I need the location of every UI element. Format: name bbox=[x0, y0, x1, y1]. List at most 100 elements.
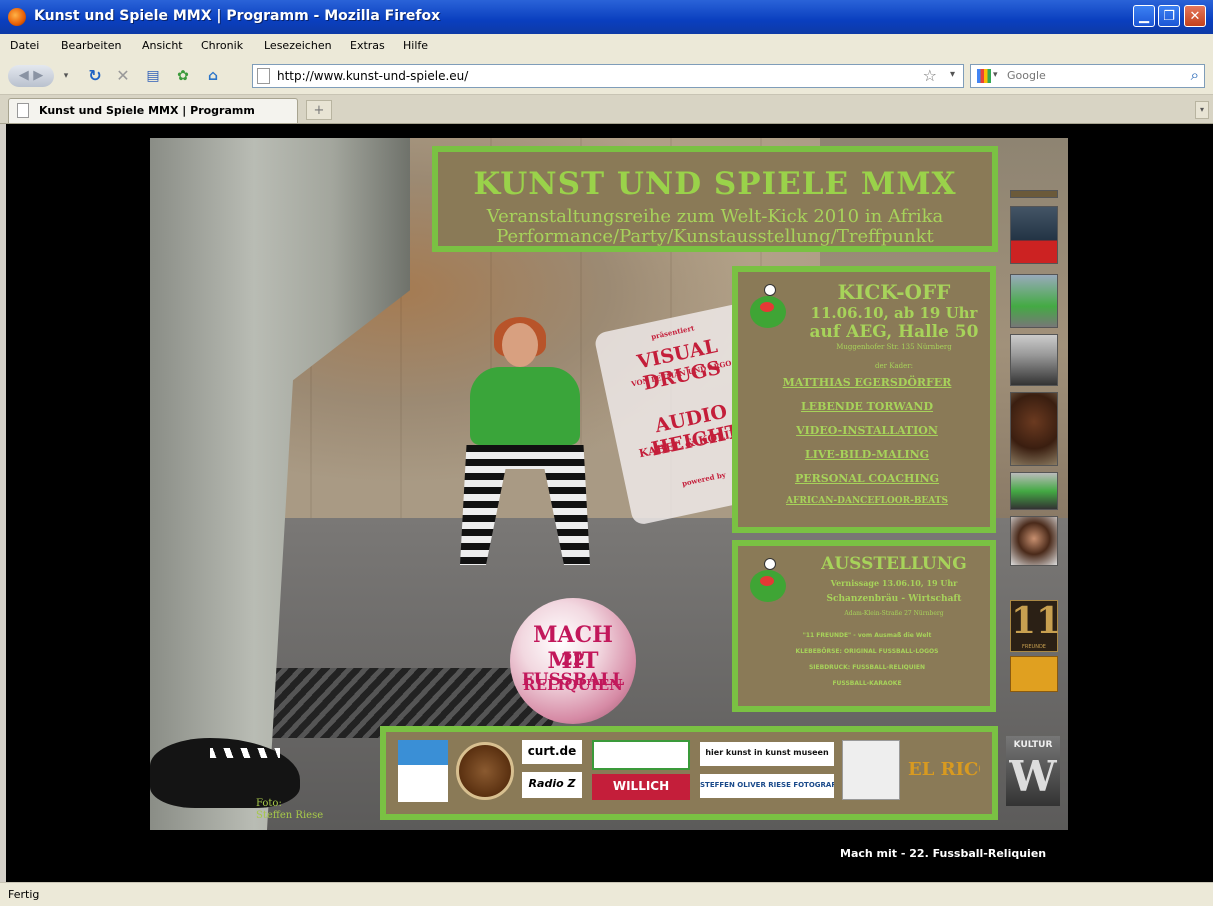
kultur-w-letter: W bbox=[1009, 752, 1057, 801]
kickoff-date: 11.06.10, ab 19 Uhr bbox=[810, 304, 978, 322]
thumbnail-5[interactable] bbox=[1010, 472, 1058, 510]
status-bar: Fertig bbox=[0, 882, 1213, 906]
sponsor-logo-1[interactable] bbox=[398, 740, 448, 802]
mascot-body bbox=[750, 570, 786, 602]
elf-label: FREUNDE bbox=[1022, 644, 1046, 650]
kickoff-item-1[interactable]: MATTHIAS EGERSDÖRFER bbox=[744, 376, 990, 389]
kickoff-item-5[interactable]: PERSONAL COACHING bbox=[744, 472, 990, 485]
tab-active[interactable]: Kunst und Spiele MMX | Programm bbox=[8, 98, 298, 123]
goalkeeper-figure bbox=[440, 317, 620, 593]
menu-bar: Datei Bearbeiten Ansicht Chronik Lesezei… bbox=[0, 34, 1213, 58]
home-icon[interactable]: ⌂ bbox=[202, 65, 224, 87]
new-tab-button[interactable]: + bbox=[306, 100, 332, 120]
header-subtitle-2: Performance/Party/Kunstausstellung/Treff… bbox=[496, 226, 934, 247]
tab-label: Kunst und Spiele MMX | Programm bbox=[39, 104, 255, 117]
kickoff-address: Muggenhofer Str. 135 Nürnberg bbox=[836, 343, 952, 351]
thumbnail-3[interactable] bbox=[1010, 334, 1058, 386]
sponsor-steffen-riese[interactable]: STEFFEN OLIVER RIESE FOTOGRAFIE bbox=[700, 774, 834, 798]
photo-credit-label: Foto: bbox=[256, 798, 282, 809]
kickoff-title: KICK-OFF bbox=[837, 280, 951, 304]
exhibition-box: AUSSTELLUNG Vernissage 13.06.10, 19 Uhr … bbox=[732, 540, 996, 712]
kickoff-venue: auf AEG, Halle 50 bbox=[809, 322, 979, 342]
search-icon[interactable]: ⌕ bbox=[1191, 66, 1199, 84]
window-title: Kunst und Spiele MMX | Programm - Mozill… bbox=[34, 8, 441, 24]
menu-bearbeiten[interactable]: Bearbeiten bbox=[61, 39, 121, 52]
address-bar[interactable]: http://www.kunst-und-spiele.eu/ ☆ ▾ bbox=[252, 64, 964, 88]
bookmark-star-icon[interactable]: ☆ bbox=[923, 66, 937, 85]
menu-chronik[interactable]: Chronik bbox=[201, 39, 243, 52]
sponsor-willich[interactable]: WILLICH bbox=[592, 774, 690, 800]
exhibition-title: AUSSTELLUNG bbox=[821, 554, 967, 574]
exhibition-vernissage: Vernissage 13.06.10, 19 Uhr bbox=[830, 578, 958, 588]
tab-list-icon[interactable]: ▾ bbox=[1195, 101, 1209, 119]
status-text: Fertig bbox=[8, 888, 40, 901]
maximize-button[interactable]: ❐ bbox=[1158, 5, 1180, 27]
sponsor-radio-z[interactable]: Radio Z bbox=[522, 772, 582, 798]
thumbnail-1[interactable] bbox=[1010, 206, 1058, 264]
stop-icon[interactable]: ✕ bbox=[112, 65, 134, 87]
kickoff-item-3[interactable]: VIDEO-INSTALLATION bbox=[744, 424, 990, 437]
tab-page-icon bbox=[17, 103, 29, 118]
url-dropdown-icon[interactable]: ▾ bbox=[950, 69, 955, 80]
addon-icon[interactable]: ✿ bbox=[172, 65, 194, 87]
kickoff-intro: der Kader: bbox=[875, 362, 913, 370]
sponsor-logo-sketch[interactable] bbox=[842, 740, 900, 800]
mascot-ball bbox=[764, 558, 776, 570]
search-engine-dropdown-icon[interactable]: ▾ bbox=[993, 70, 998, 80]
mascot-icon bbox=[746, 558, 790, 608]
thumbnail-2[interactable] bbox=[1010, 274, 1058, 328]
menu-ansicht[interactable]: Ansicht bbox=[142, 39, 183, 52]
reload-icon[interactable]: ↻ bbox=[84, 65, 106, 87]
exhibition-address: Adam-Klein-Straße 27 Nürnberg bbox=[844, 610, 944, 617]
google-icon[interactable] bbox=[977, 69, 991, 83]
mascot-ball bbox=[764, 284, 776, 296]
head bbox=[502, 323, 538, 367]
thumbnail-6[interactable] bbox=[1010, 516, 1058, 566]
title-bar: Kunst und Spiele MMX | Programm - Mozill… bbox=[0, 0, 1213, 34]
menu-extras[interactable]: Extras bbox=[350, 39, 385, 52]
header-banner: KUNST UND SPIELE MMX Veranstaltungsreihe… bbox=[432, 146, 998, 252]
sponsor-logo-green[interactable] bbox=[592, 740, 690, 770]
menu-hilfe[interactable]: Hilfe bbox=[403, 39, 428, 52]
elf-freunde-logo[interactable]: 11 FREUNDE bbox=[1010, 600, 1061, 652]
close-button[interactable]: ✕ bbox=[1184, 5, 1206, 27]
mascot-eye bbox=[760, 302, 774, 312]
menu-datei[interactable]: Datei bbox=[10, 39, 39, 52]
bookmark-toolbar-icon[interactable]: ▤ bbox=[142, 65, 164, 87]
image-caption: Mach mit - 22. Fussball-Reliquien bbox=[840, 847, 1047, 860]
green-shirt bbox=[470, 367, 580, 445]
sponsor-kunst-museen[interactable]: hier kunst in kunst museen bbox=[700, 742, 834, 766]
thumbnail-4[interactable] bbox=[1010, 392, 1058, 466]
kickoff-item-4[interactable]: LIVE-BILD-MALING bbox=[744, 448, 990, 461]
schanzenbraeu-logo[interactable] bbox=[1010, 656, 1058, 692]
exhibition-detail-3: SIEBDRUCK: FUSSBALL-RELIQUIEN bbox=[808, 664, 926, 671]
menu-lesezeichen[interactable]: Lesezeichen bbox=[264, 39, 332, 52]
exhibition-detail-1: "11 FREUNDE" - vom Ausmaß die Welt bbox=[802, 632, 932, 639]
kickoff-box: KICK-OFF 11.06.10, ab 19 Uhr auf AEG, Ha… bbox=[732, 266, 996, 533]
kickoff-item-6[interactable]: AFRICAN-DANCEFLOOR-BEATS bbox=[744, 496, 990, 506]
back-forward-button[interactable]: ◀ ▶ bbox=[8, 65, 54, 87]
minimize-button[interactable]: ▁ bbox=[1133, 5, 1155, 27]
kultur-label: KULTUR bbox=[1013, 740, 1053, 750]
navigation-toolbar: ◀ ▶ ▾ ↻ ✕ ▤ ✿ ⌂ http://www.kunst-und-spi… bbox=[0, 58, 1213, 95]
sponsor-el-rico[interactable]: EL RICO bbox=[908, 744, 980, 798]
mascot-icon bbox=[746, 284, 790, 334]
search-box[interactable]: ▾ ⌕ bbox=[970, 64, 1205, 88]
url-text[interactable]: http://www.kunst-und-spiele.eu/ bbox=[277, 69, 468, 83]
history-dropdown-icon[interactable]: ▾ bbox=[60, 65, 72, 87]
photo-credit-name: Steffen Riese bbox=[256, 810, 324, 821]
kickoff-item-2[interactable]: LEBENDE TORWAND bbox=[744, 400, 990, 413]
striped-legs bbox=[460, 445, 590, 565]
search-input[interactable] bbox=[1005, 68, 1179, 83]
football-link[interactable]: MACH MIT 22 FUSSBALL RELIQUIEN bbox=[510, 598, 636, 724]
sponsor-curt[interactable]: curt.de bbox=[522, 740, 582, 764]
mascot-eye bbox=[760, 576, 774, 586]
sponsor-bar: curt.de Radio Z WILLICH hier kunst in ku… bbox=[380, 726, 998, 820]
sponsor-logo-2[interactable] bbox=[456, 742, 514, 800]
kultur-w-logo[interactable]: KULTUR W bbox=[1006, 736, 1060, 806]
exhibition-place: Schanzenbräu - Wirtschaft bbox=[826, 594, 962, 604]
exhibition-detail-2: KLEBEBÖRSE: ORIGINAL FUSSBALL-LOGOS bbox=[795, 648, 939, 655]
header-subtitle-1: Veranstaltungsreihe zum Welt-Kick 2010 i… bbox=[486, 206, 944, 227]
hero-image: MACH MIT 22 FUSSBALL RELIQUIEN KUNST UND… bbox=[150, 138, 1068, 830]
site-title: KUNST UND SPIELE MMX bbox=[473, 166, 957, 202]
